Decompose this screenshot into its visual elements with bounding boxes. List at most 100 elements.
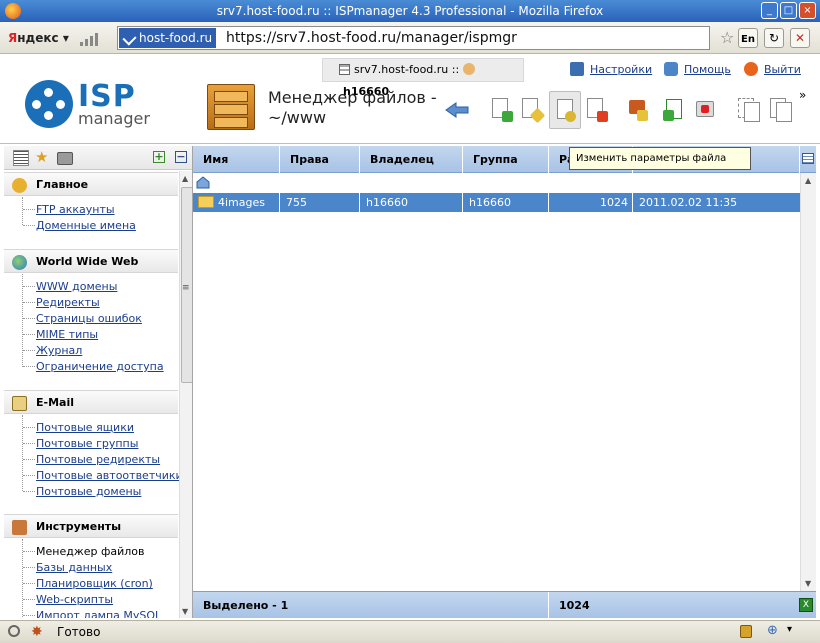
paste-icon[interactable] — [767, 96, 795, 126]
sidebar-item-ftp-accounts[interactable]: FTP аккаунты — [36, 203, 115, 216]
sidebar-item-mail-groups[interactable]: Почтовые группы — [36, 437, 138, 450]
archive-icon[interactable] — [692, 96, 720, 126]
lock-icon[interactable] — [740, 625, 752, 638]
user-icon — [463, 63, 476, 75]
col-perms-header[interactable]: Права — [280, 146, 360, 173]
scroll-up-icon[interactable]: ▲ — [182, 174, 188, 183]
row-perms-cell: 755 — [280, 193, 360, 212]
columns-config-icon[interactable] — [800, 146, 816, 173]
table-scroll-down-icon[interactable]: ▼ — [805, 579, 811, 588]
footer-selected: Выделено - 1 — [193, 592, 549, 619]
header-separator — [0, 143, 820, 144]
expand-all-button[interactable]: + — [153, 151, 165, 163]
permissions-icon[interactable] — [625, 96, 653, 126]
back-icon[interactable] — [444, 102, 470, 118]
zoom-dropdown-icon[interactable]: ▾ — [787, 624, 803, 640]
export-excel-icon[interactable]: X — [799, 598, 813, 612]
col-name-header[interactable]: Имя — [193, 146, 280, 173]
more-toolbar-button[interactable]: » — [799, 88, 806, 102]
minimize-button[interactable]: _ — [761, 2, 778, 19]
row-owner-cell: h16660 — [360, 193, 463, 212]
bookmark-star-icon[interactable]: ☆ — [720, 28, 734, 47]
isp-manager-logo[interactable]: ISP manager — [25, 79, 165, 130]
sidebar-item-mailboxes[interactable]: Почтовые ящики — [36, 421, 134, 434]
logout-link[interactable]: Выйти — [764, 63, 801, 76]
sidebar-group-www[interactable]: World Wide Web — [4, 249, 178, 273]
url-text[interactable]: https://srv7.host-food.ru/manager/ispmgr — [226, 27, 517, 49]
sidebar-group-main[interactable]: Главное — [4, 172, 178, 196]
sidebar-item-databases[interactable]: Базы данных — [36, 561, 112, 574]
server-user-box: srv7.host-food.ru ::h16660 — [322, 58, 524, 98]
table-scroll-up-icon[interactable]: ▲ — [805, 176, 811, 185]
maximize-button[interactable]: □ — [780, 2, 797, 19]
stop-icon[interactable]: ✕ — [790, 28, 810, 48]
signal-icon — [80, 30, 106, 46]
settings-icon — [570, 62, 584, 76]
sidebar-item-cron[interactable]: Планировщик (cron) — [36, 577, 153, 590]
file-cabinet-icon — [207, 84, 255, 130]
row-size-cell: 1024 — [549, 193, 633, 212]
sidebar-item-autoresponders[interactable]: Почтовые автоответчики — [36, 469, 183, 482]
sidebar-tabs: ★ + − — [4, 146, 192, 170]
server-name: srv7.host-food.ru :: — [354, 63, 460, 76]
table-row[interactable]: 4images 755 h16660 h16660 1024 2011.02.0… — [193, 193, 800, 212]
sidebar-item-mysql-import[interactable]: Импорт дампа MySQL — [36, 609, 161, 618]
copy-icon[interactable] — [735, 96, 763, 126]
briefcase-icon[interactable] — [57, 152, 73, 165]
sidebar-group-tools[interactable]: Инструменты — [4, 514, 178, 538]
search-icon[interactable] — [8, 625, 20, 637]
parent-directory-icon[interactable] — [195, 176, 210, 190]
sidebar-item-domain-names[interactable]: Доменные имена — [36, 219, 136, 232]
home-icon — [12, 178, 27, 193]
col-owner-header[interactable]: Владелец — [360, 146, 463, 173]
edit-icon[interactable] — [518, 96, 546, 126]
sidebar-item-mime-types[interactable]: MIME типы — [36, 328, 98, 341]
page-title: Менеджер файлов - ~/www — [268, 88, 437, 127]
sidebar-item-www-domains[interactable]: WWW домены — [36, 280, 117, 293]
properties-icon[interactable] — [549, 91, 581, 129]
copy-move-icon[interactable] — [660, 96, 688, 126]
sidebar-item-access-restriction[interactable]: Ограничение доступа — [36, 360, 164, 373]
zoom-icon[interactable]: ⊕ — [767, 623, 783, 639]
tooltip: Изменить параметры файла — [569, 147, 751, 170]
sidebar-item-file-manager[interactable]: Менеджер файлов — [36, 545, 145, 558]
favorites-star-icon[interactable]: ★ — [35, 150, 51, 166]
new-file-icon[interactable] — [488, 96, 516, 126]
logout-icon — [744, 62, 758, 76]
table-scrollbar[interactable]: ▲ ▼ — [800, 173, 816, 591]
delete-icon[interactable] — [583, 96, 611, 126]
row-modified-cell: 2011.02.02 11:35 — [639, 196, 738, 209]
help-icon — [664, 62, 678, 76]
sidebar-item-redirects[interactable]: Редиректы — [36, 296, 100, 309]
sidebar: ★ + − Главное FTP аккаунты Доменные имен… — [4, 146, 193, 618]
window-title: srv7.host-food.ru :: ISPmanager 4.3 Prof… — [216, 4, 604, 18]
yandex-search-button[interactable]: Яндекс ▾ — [8, 31, 69, 45]
sidebar-group-email[interactable]: E-Mail — [4, 390, 178, 414]
close-button[interactable]: × — [799, 2, 816, 19]
status-text: Готово — [57, 625, 101, 639]
logo-circle-icon — [25, 80, 73, 128]
sidebar-item-mail-domains[interactable]: Почтовые домены — [36, 485, 141, 498]
firebug-icon[interactable]: ✸ — [31, 624, 47, 640]
reload-icon[interactable]: ↻ — [764, 28, 784, 48]
sidebar-scrollbar[interactable]: ▲ ≡ ▼ — [179, 171, 192, 618]
folder-icon — [198, 196, 214, 208]
col-group-header[interactable]: Группа — [463, 146, 549, 173]
window-titlebar: srv7.host-food.ru :: ISPmanager 4.3 Prof… — [0, 0, 820, 22]
site-identity-button[interactable]: host-food.ru — [119, 28, 217, 48]
sidebar-item-web-scripts[interactable]: Web-скрипты — [36, 593, 113, 606]
list-view-icon[interactable] — [13, 150, 29, 166]
browser-navbar: Яндекс ▾ host-food.ru https://srv7.host-… — [0, 22, 820, 54]
url-bar[interactable]: host-food.ru https://srv7.host-food.ru/m… — [117, 26, 710, 50]
status-bar: ✸ Готово ⊕ ▾ — [0, 620, 820, 643]
sidebar-item-error-pages[interactable]: Страницы ошибок — [36, 312, 142, 325]
sidebar-item-mail-redirects[interactable]: Почтовые редиректы — [36, 453, 160, 466]
scroll-down-icon[interactable]: ▼ — [182, 607, 188, 616]
help-link[interactable]: Помощь — [684, 63, 731, 76]
translate-button[interactable]: En — [738, 28, 758, 48]
settings-link[interactable]: Настройки — [590, 63, 652, 76]
sidebar-item-log[interactable]: Журнал — [36, 344, 82, 357]
collapse-all-button[interactable]: − — [175, 151, 187, 163]
tools-icon — [12, 520, 27, 535]
server-icon — [339, 64, 350, 75]
